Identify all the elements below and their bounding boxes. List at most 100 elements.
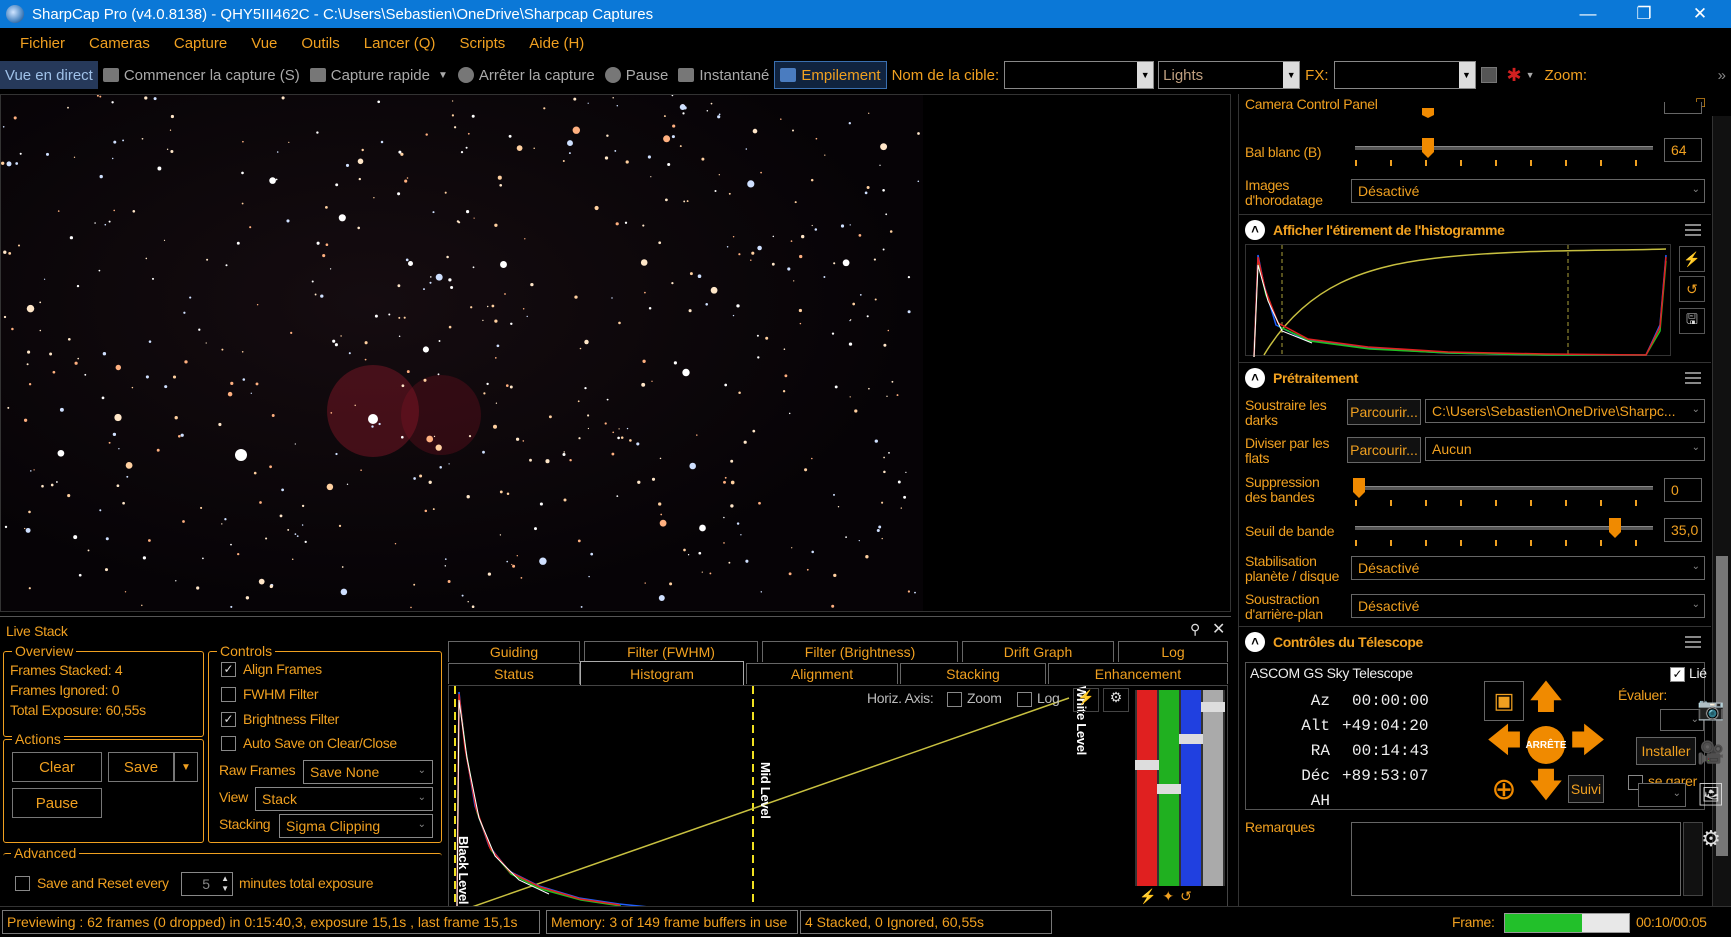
band-threshold-thumb[interactable] (1609, 518, 1621, 538)
fx-combo[interactable]: ▼ (1333, 61, 1476, 89)
settings-icon[interactable]: ⚙ (1103, 688, 1129, 712)
spinner-arrows-icon[interactable]: ▲ ▼ (221, 874, 229, 894)
slider-thumb[interactable] (1422, 108, 1434, 118)
banding-thumb[interactable] (1353, 478, 1365, 498)
stacking-button[interactable]: Empilement (774, 61, 887, 89)
flats-browse-button[interactable]: Parcourir... (1347, 437, 1421, 463)
wb-blue-thumb[interactable] (1422, 138, 1434, 158)
tab-histogram[interactable]: Histogram (580, 661, 744, 685)
slew-to-icon[interactable]: ▣ (1484, 681, 1524, 721)
preprocessing-header[interactable]: ˄ Prétraitement (1239, 362, 1711, 392)
view-dropdown[interactable]: Stack ⌄ (255, 787, 433, 811)
frame-type-combo[interactable]: Lights ▼ (1158, 61, 1301, 89)
install-button[interactable]: Installer (1636, 737, 1696, 765)
collapse-icon[interactable]: ˄ (1245, 219, 1265, 240)
minimize-icon[interactable]: — (1560, 0, 1616, 28)
brightness-filter-checkbox[interactable]: ✓ (221, 712, 236, 727)
target-name-combo[interactable]: ▼ (1004, 61, 1155, 89)
fwhm-filter-checkbox[interactable] (221, 687, 236, 702)
red-level-bar[interactable] (1137, 690, 1157, 886)
tab-guiding[interactable]: Guiding (448, 641, 580, 662)
green-handle[interactable] (1157, 784, 1181, 794)
menu-icon[interactable] (1685, 224, 1701, 236)
raw-frames-dropdown[interactable]: Save None ⌄ (303, 760, 433, 784)
menu-capture[interactable]: Capture (162, 35, 239, 52)
tab-filter-brightness[interactable]: Filter (Brightness) (762, 641, 958, 662)
chevron-down-icon[interactable]: ▼ (1137, 62, 1154, 88)
wb-blue-value[interactable]: 64 (1664, 138, 1702, 162)
save-menu-chevron-icon[interactable]: ▼ (174, 752, 198, 782)
band-threshold-value[interactable]: 35,0 (1664, 518, 1702, 542)
red-handle[interactable] (1135, 760, 1159, 770)
arrow-right-icon[interactable]: 🡆 (1568, 722, 1608, 765)
menu-outils[interactable]: Outils (289, 35, 351, 52)
log-checkbox[interactable] (1017, 692, 1032, 707)
chevron-down-icon[interactable]: ▼ (438, 70, 448, 81)
track-button[interactable]: Suivi (1568, 775, 1604, 803)
arrow-left-icon[interactable]: 🡄 (1484, 722, 1524, 765)
wb-blue-slider[interactable] (1355, 146, 1653, 150)
menu-cameras[interactable]: Cameras (77, 35, 162, 52)
pause-button[interactable]: Pause (600, 61, 674, 89)
tab-drift-graph[interactable]: Drift Graph (962, 641, 1114, 662)
video-icon[interactable]: 🎥 (1693, 738, 1729, 768)
lum-handle[interactable] (1201, 702, 1225, 712)
target-icon[interactable]: ⊕ (1484, 769, 1524, 809)
tab-filter-fwhm[interactable]: Filter (FWHM) (584, 641, 758, 662)
band-threshold-slider[interactable] (1355, 526, 1653, 530)
overflow-icon[interactable]: » (1713, 61, 1731, 89)
gallery-icon[interactable]: 🖼 (1693, 780, 1729, 810)
stabilization-dropdown[interactable]: Désactivé ⌄ (1351, 556, 1705, 580)
chevron-down-icon[interactable]: ▼ (1283, 62, 1300, 88)
save-reset-checkbox[interactable] (15, 876, 30, 891)
save-button[interactable]: Save (108, 752, 174, 782)
tab-enhancement[interactable]: Enhancement (1048, 663, 1228, 684)
live-view-button[interactable]: Vue en direct (0, 61, 98, 89)
banding-value[interactable]: 0 (1664, 478, 1702, 502)
minutes-spinner[interactable]: 5 ▲ ▼ (181, 872, 233, 896)
snapshot-button[interactable]: Instantané (673, 61, 774, 89)
menu-icon[interactable] (1685, 372, 1701, 384)
stop-capture-button[interactable]: Arrêter la capture (453, 61, 600, 89)
tab-alignment[interactable]: Alignment (746, 663, 898, 684)
gear-icon[interactable]: ⚙ (1693, 824, 1729, 854)
stacking-dropdown[interactable]: Sigma Clipping ⌄ (279, 814, 433, 838)
clear-button[interactable]: Clear (12, 752, 102, 782)
menu-vue[interactable]: Vue (239, 35, 289, 52)
linked-checkbox[interactable]: ✓ (1670, 667, 1685, 682)
histogram-stretch-graph[interactable] (1245, 244, 1671, 358)
menu-icon[interactable] (1685, 636, 1701, 648)
darks-dropdown[interactable]: C:\Users\Sebastien\OneDrive\Sharpc... ⌄ (1425, 399, 1705, 423)
square-icon[interactable] (1476, 61, 1502, 89)
level-tools-icons[interactable]: ⚡✦↺ (1139, 888, 1198, 905)
darks-browse-button[interactable]: Parcourir... (1347, 399, 1421, 425)
stack-histogram[interactable]: Black Level Mid Level White Level Horiz.… (448, 685, 1228, 907)
banding-slider[interactable] (1355, 486, 1653, 490)
collapse-icon[interactable]: ˄ (1245, 631, 1265, 652)
tab-stacking[interactable]: Stacking (900, 663, 1046, 684)
histogram-stretch-header[interactable]: ˄ Afficher l'étirement de l'histogramme (1239, 214, 1711, 244)
telescope-header[interactable]: ˄ Contrôles du Télescope (1239, 626, 1711, 656)
reset-icon[interactable]: ↺ (1679, 276, 1705, 302)
rate-dropdown[interactable]: ⌄ (1638, 783, 1686, 807)
blue-handle[interactable] (1179, 734, 1203, 744)
quick-capture-button[interactable]: Capture rapide ▼ (305, 61, 453, 89)
tab-status[interactable]: Status (448, 663, 580, 684)
menu-scripts[interactable]: Scripts (447, 35, 517, 52)
close-panel-icon[interactable]: ✕ (1212, 619, 1225, 639)
remarks-textarea[interactable] (1351, 822, 1681, 896)
save-icon[interactable]: 🖫 (1679, 308, 1705, 334)
chevron-down-icon[interactable]: ▼ (1458, 62, 1475, 88)
collapse-icon[interactable]: ˄ (1245, 367, 1265, 388)
restore-icon[interactable]: ❐ (1616, 0, 1672, 28)
lightning-icon[interactable]: ⚡ (1679, 246, 1705, 272)
flats-dropdown[interactable]: Aucun ⌄ (1425, 437, 1705, 461)
arrow-down-icon[interactable]: 🡇 (1526, 766, 1566, 809)
zoom-checkbox[interactable] (947, 692, 962, 707)
start-capture-button[interactable]: Commencer la capture (S) (98, 61, 305, 89)
background-dropdown[interactable]: Désactivé ⌄ (1351, 594, 1705, 618)
align-frames-checkbox[interactable]: ✓ (221, 662, 236, 677)
close-window-icon[interactable]: ✕ (1672, 0, 1728, 28)
stop-button[interactable]: ARRÊTE (1525, 725, 1567, 765)
arrow-up-icon[interactable]: 🡅 (1526, 678, 1566, 721)
